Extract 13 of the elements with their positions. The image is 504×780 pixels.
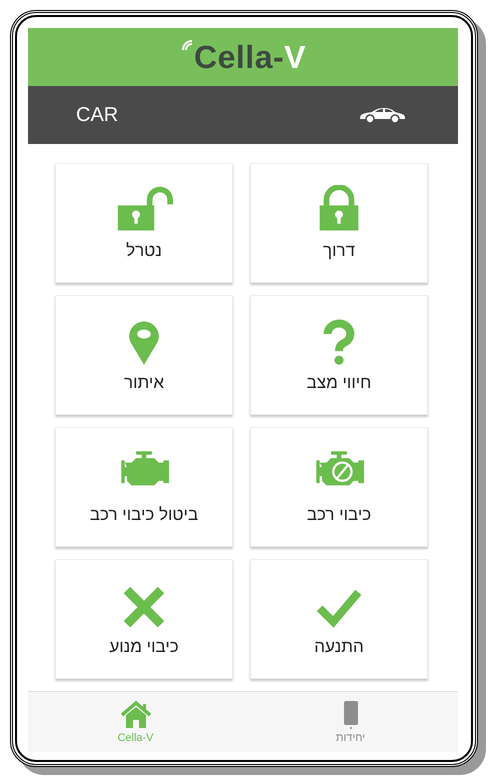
action-button[interactable]: נטרל <box>55 163 233 283</box>
action-button[interactable]: איתור <box>55 295 233 415</box>
action-button[interactable]: חיווי מצב <box>250 295 428 415</box>
action-button[interactable]: התנעה <box>250 559 428 679</box>
phone-icon <box>344 700 358 728</box>
app-logo: Cella-V <box>180 38 306 76</box>
vehicle-name: CAR <box>76 104 118 126</box>
action-button[interactable]: דרוך <box>250 163 428 283</box>
action-button[interactable]: כיבוי רכב <box>250 427 428 547</box>
action-button[interactable]: ביטול כיבוי רכב <box>55 427 233 547</box>
action-button[interactable]: כיבוי מנוע <box>55 559 233 679</box>
car-icon <box>358 106 406 124</box>
house-icon <box>118 700 152 728</box>
